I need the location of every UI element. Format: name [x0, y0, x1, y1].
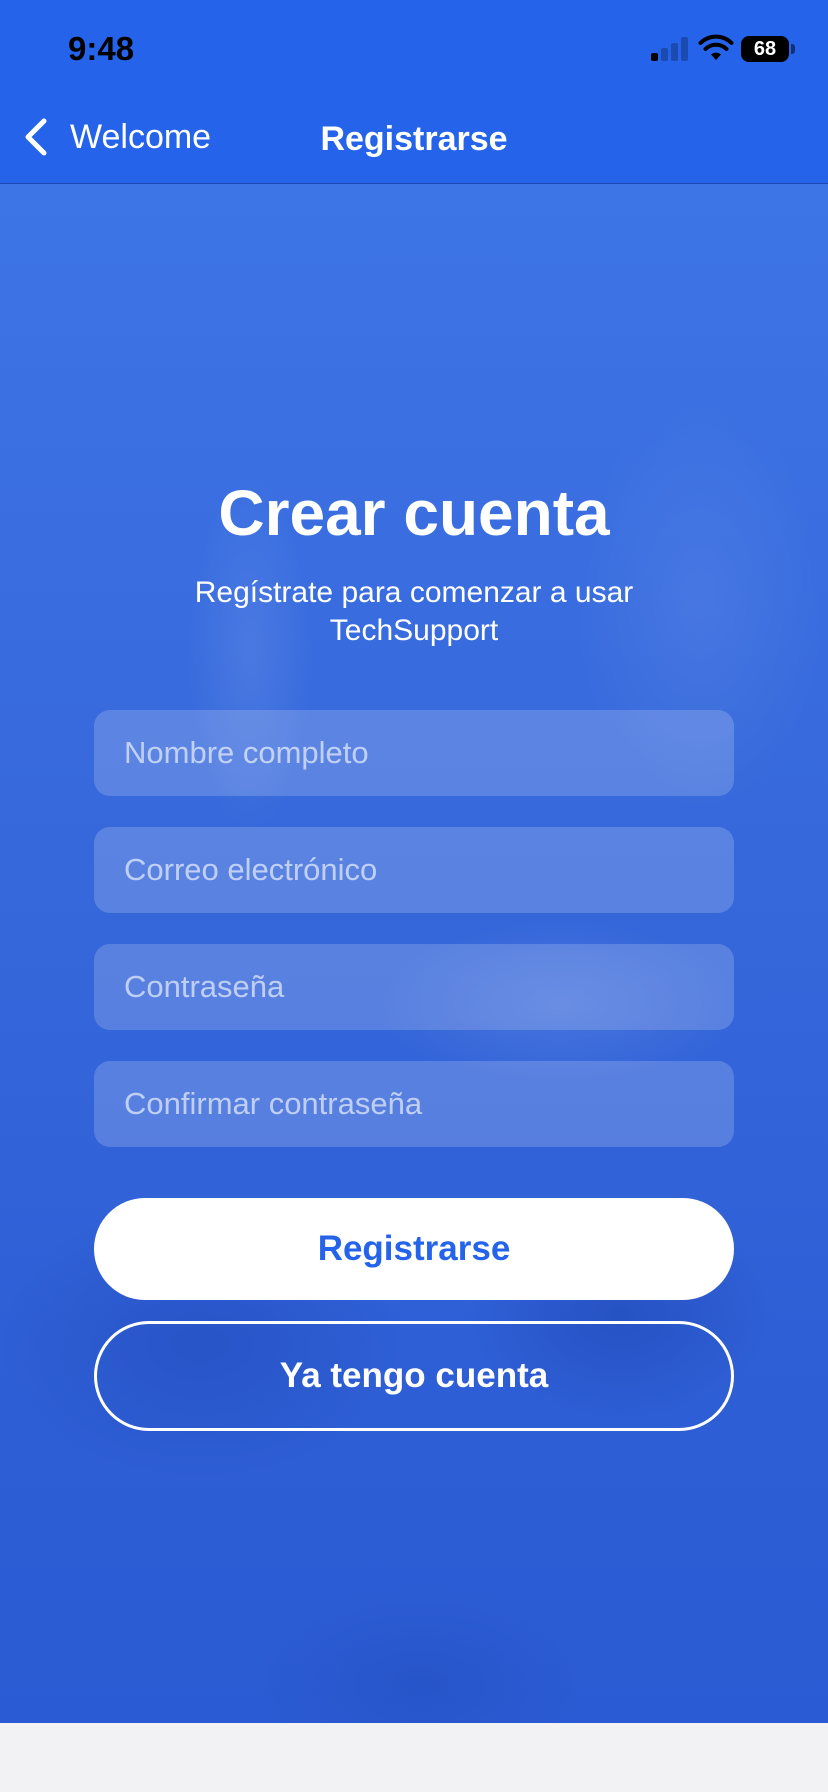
nav-title: Registrarse — [320, 120, 508, 158]
password-input[interactable] — [94, 944, 734, 1030]
register-screen: 9:48 68 Welcome Registrarse Crear cuenta… — [0, 0, 828, 1723]
bottom-safe-area — [0, 1723, 828, 1792]
navigation-bar: Welcome Registrarse — [0, 92, 828, 184]
register-button[interactable]: Registrarse — [94, 1198, 734, 1300]
cellular-signal-icon — [651, 37, 691, 61]
page-title: Crear cuenta — [218, 477, 610, 549]
status-time: 9:48 — [68, 30, 135, 67]
page-subtitle: Regístrate para comenzar a usar TechSupp… — [194, 576, 634, 647]
status-bar: 9:48 68 — [0, 0, 828, 92]
battery-icon: 68 — [741, 36, 789, 62]
have-account-button[interactable]: Ya tengo cuenta — [94, 1321, 734, 1431]
battery-cap — [791, 44, 795, 54]
confirm-password-input[interactable] — [94, 1061, 734, 1147]
full-name-input[interactable] — [94, 710, 734, 796]
email-input[interactable] — [94, 827, 734, 913]
wifi-icon — [698, 34, 734, 60]
